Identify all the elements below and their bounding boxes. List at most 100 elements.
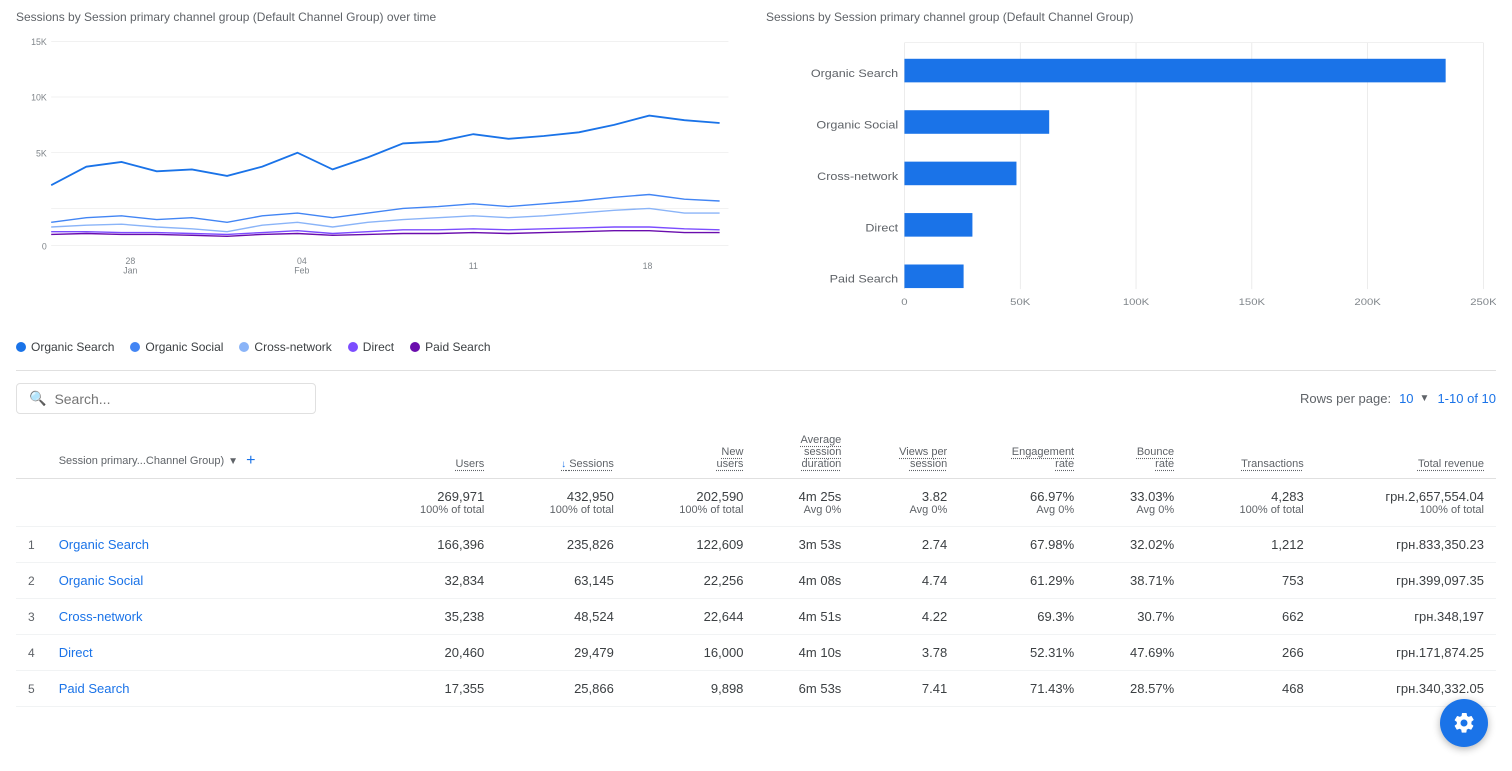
row-channel-1[interactable]: Organic Social xyxy=(47,563,367,599)
row-new-users-3: 16,000 xyxy=(626,635,756,671)
legend-label-paid-search: Paid Search xyxy=(425,340,490,354)
row-avg-session-3: 4m 10s xyxy=(755,635,853,671)
row-users-3: 20,460 xyxy=(367,635,497,671)
row-new-users-2: 22,644 xyxy=(626,599,756,635)
legend-item-paid-search[interactable]: Paid Search xyxy=(410,340,490,354)
svg-text:Organic Social: Organic Social xyxy=(816,119,898,131)
legend-label-organic-search: Organic Search xyxy=(31,340,114,354)
new-users-col-header[interactable]: Newusers xyxy=(626,426,756,479)
row-bounce-4: 28.57% xyxy=(1086,671,1186,707)
svg-text:11: 11 xyxy=(469,261,478,271)
row-avg-session-4: 6m 53s xyxy=(755,671,853,707)
settings-fab-button[interactable] xyxy=(1440,699,1488,747)
row-bounce-3: 47.69% xyxy=(1086,635,1186,671)
search-box[interactable]: 🔍 xyxy=(16,383,316,414)
svg-text:Feb: Feb xyxy=(294,265,309,275)
row-channel-2[interactable]: Cross-network xyxy=(47,599,367,635)
legend-dot-cross-network xyxy=(239,342,249,352)
rows-per-page-control[interactable]: 10 ▼ xyxy=(1399,391,1429,406)
users-col-header[interactable]: Users xyxy=(367,426,497,479)
table-row: 1 Organic Search 166,396 235,826 122,609… xyxy=(16,527,1496,563)
row-channel-0[interactable]: Organic Search xyxy=(47,527,367,563)
totals-views-per-session-cell: 3.82 Avg 0% xyxy=(853,479,959,527)
row-users-1: 32,834 xyxy=(367,563,497,599)
row-rank-2: 3 xyxy=(16,599,47,635)
row-rank-0: 1 xyxy=(16,527,47,563)
views-per-session-col-header[interactable]: Views persession xyxy=(853,426,959,479)
row-users-0: 166,396 xyxy=(367,527,497,563)
svg-text:18: 18 xyxy=(643,261,653,271)
legend-dot-organic-social xyxy=(130,342,140,352)
dropdown-arrow-icon[interactable]: ▼ xyxy=(228,456,238,467)
row-transactions-1: 753 xyxy=(1186,563,1316,599)
sessions-col-header[interactable]: ↓ Sessions xyxy=(496,426,626,479)
row-users-4: 17,355 xyxy=(367,671,497,707)
row-engagement-2: 69.3% xyxy=(959,599,1086,635)
row-new-users-4: 9,898 xyxy=(626,671,756,707)
chart-legend: Organic Search Organic Social Cross-netw… xyxy=(16,340,746,354)
search-input[interactable] xyxy=(54,391,303,407)
row-sessions-3: 29,479 xyxy=(496,635,626,671)
totals-channel-cell xyxy=(47,479,367,527)
svg-text:Paid Search: Paid Search xyxy=(830,274,898,286)
row-sessions-1: 63,145 xyxy=(496,563,626,599)
svg-text:Organic Search: Organic Search xyxy=(811,68,898,80)
table-controls: 🔍 Rows per page: 10 ▼ 1-10 of 10 xyxy=(16,383,1496,414)
totals-sessions-cell: 432,950 100% of total xyxy=(496,479,626,527)
row-transactions-4: 468 xyxy=(1186,671,1316,707)
legend-dot-paid-search xyxy=(410,342,420,352)
row-new-users-1: 22,256 xyxy=(626,563,756,599)
row-rank-3: 4 xyxy=(16,635,47,671)
row-revenue-1: грн.399,097.35 xyxy=(1316,563,1496,599)
svg-text:Direct: Direct xyxy=(865,222,899,234)
row-channel-4[interactable]: Paid Search xyxy=(47,671,367,707)
row-views-per-session-3: 3.78 xyxy=(853,635,959,671)
row-transactions-2: 662 xyxy=(1186,599,1316,635)
bounce-rate-col-header[interactable]: Bouncerate xyxy=(1086,426,1186,479)
transactions-col-header[interactable]: Transactions xyxy=(1186,426,1316,479)
table-row: 5 Paid Search 17,355 25,866 9,898 6m 53s… xyxy=(16,671,1496,707)
row-new-users-0: 122,609 xyxy=(626,527,756,563)
total-revenue-col-header[interactable]: Total revenue xyxy=(1316,426,1496,479)
row-sessions-0: 235,826 xyxy=(496,527,626,563)
add-column-button[interactable]: + xyxy=(246,452,255,470)
row-views-per-session-1: 4.74 xyxy=(853,563,959,599)
legend-label-organic-social: Organic Social xyxy=(145,340,223,354)
table-section: 🔍 Rows per page: 10 ▼ 1-10 of 10 S xyxy=(16,370,1496,707)
svg-text:0: 0 xyxy=(901,297,907,308)
svg-text:250K: 250K xyxy=(1470,297,1496,308)
legend-item-cross-network[interactable]: Cross-network xyxy=(239,340,331,354)
row-users-2: 35,238 xyxy=(367,599,497,635)
rows-per-page-label: Rows per page: xyxy=(1300,391,1391,406)
svg-text:100K: 100K xyxy=(1123,297,1149,308)
row-revenue-3: грн.171,874.25 xyxy=(1316,635,1496,671)
session-primary-label: Session primary...Channel Group) xyxy=(59,455,224,467)
line-chart-title: Sessions by Session primary channel grou… xyxy=(16,10,746,24)
data-table: Session primary...Channel Group) ▼ + Use… xyxy=(16,426,1496,707)
legend-item-organic-social[interactable]: Organic Social xyxy=(130,340,223,354)
row-views-per-session-4: 7.41 xyxy=(853,671,959,707)
totals-row: 269,971 100% of total 432,950 100% of to… xyxy=(16,479,1496,527)
row-bounce-0: 32.02% xyxy=(1086,527,1186,563)
line-chart: 15K 10K 5K 0 28 Jan xyxy=(16,32,746,332)
row-rank-4: 5 xyxy=(16,671,47,707)
totals-rank-cell xyxy=(16,479,47,527)
row-engagement-4: 71.43% xyxy=(959,671,1086,707)
row-sessions-2: 48,524 xyxy=(496,599,626,635)
row-channel-3[interactable]: Direct xyxy=(47,635,367,671)
rank-col-header xyxy=(16,426,47,479)
engagement-rate-col-header[interactable]: Engagementrate xyxy=(959,426,1086,479)
bar-chart-title: Sessions by Session primary channel grou… xyxy=(766,10,1496,24)
session-primary-col-header[interactable]: Session primary...Channel Group) ▼ + xyxy=(47,426,367,479)
page-range: 1-10 of 10 xyxy=(1437,391,1496,406)
legend-item-direct[interactable]: Direct xyxy=(348,340,394,354)
legend-item-organic-search[interactable]: Organic Search xyxy=(16,340,114,354)
totals-bounce-rate-cell: 33.03% Avg 0% xyxy=(1086,479,1186,527)
rows-per-page-value: 10 xyxy=(1399,391,1413,406)
svg-text:5K: 5K xyxy=(36,148,47,158)
table-row: 4 Direct 20,460 29,479 16,000 4m 10s 3.7… xyxy=(16,635,1496,671)
bar-chart: 0 50K 100K 150K 200K 250K Organic Search… xyxy=(766,32,1496,332)
chevron-down-icon: ▼ xyxy=(1420,393,1430,404)
avg-session-col-header[interactable]: Averagesessionduration xyxy=(755,426,853,479)
totals-users-cell: 269,971 100% of total xyxy=(367,479,497,527)
